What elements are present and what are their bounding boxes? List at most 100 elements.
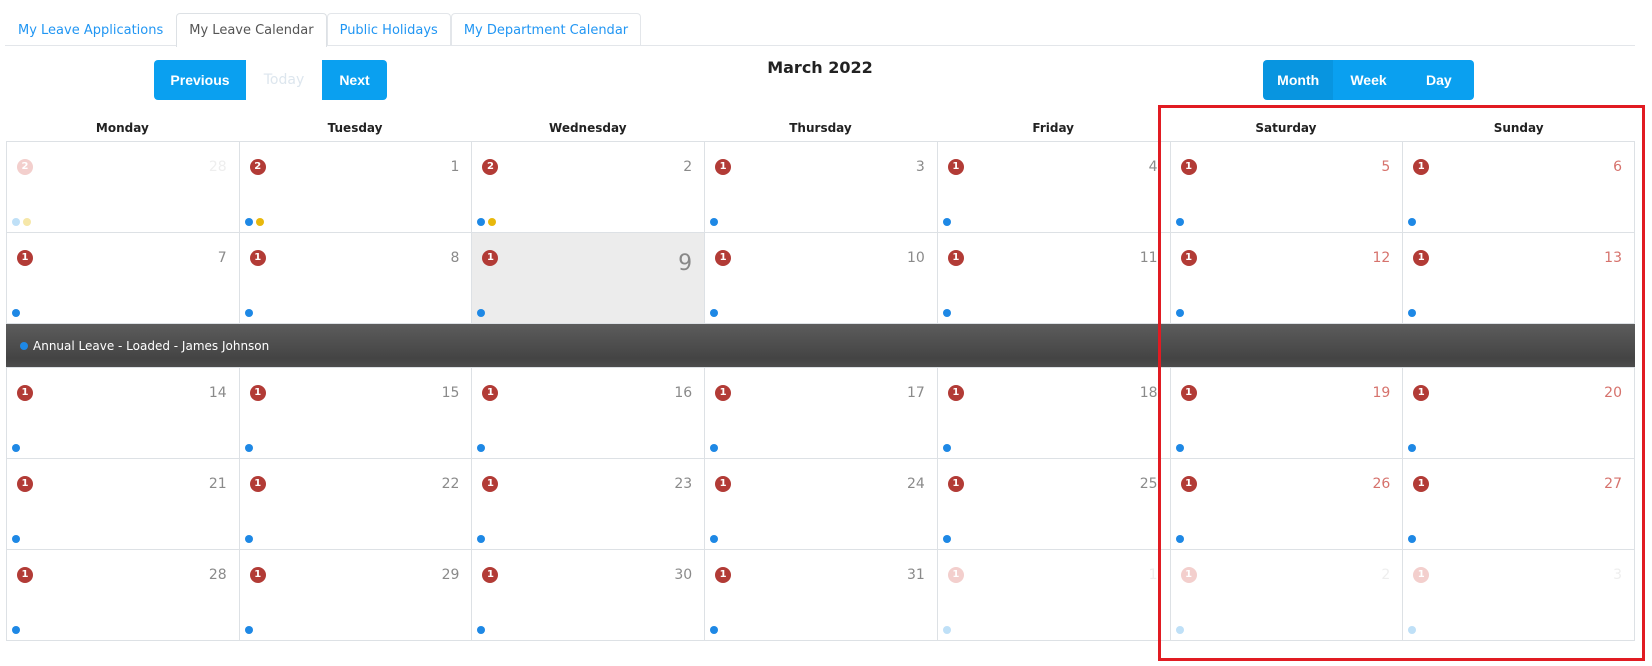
day-number[interactable]: 26 [1372,476,1390,492]
event-dot[interactable] [1175,309,1184,317]
day-view-button[interactable]: Day [1403,60,1474,100]
day-cell[interactable]: 1 16 [471,368,705,458]
event-count-badge[interactable]: 1 [947,250,964,266]
day-number[interactable]: 23 [674,476,692,492]
event-count-badge[interactable]: 1 [1413,159,1430,175]
day-cell[interactable]: 1 10 [704,233,937,323]
event-count-badge[interactable]: 2 [249,159,266,175]
event-count-badge[interactable]: 1 [715,250,732,266]
event-count-badge[interactable]: 1 [249,250,266,266]
event-dot[interactable] [942,535,951,543]
day-number[interactable]: 31 [907,567,925,583]
event-dot[interactable] [942,309,951,317]
event-dot[interactable] [710,444,719,452]
day-number[interactable]: 2 [1381,567,1390,583]
day-number[interactable]: 19 [1372,385,1390,401]
day-number[interactable]: 5 [1381,159,1390,175]
event-count-badge[interactable]: 1 [715,385,732,401]
event-dot[interactable] [710,218,719,226]
event-link[interactable]: Annual Leave - Loaded - James Johnson [33,339,269,353]
event-count-badge[interactable]: 1 [715,567,732,583]
event-count-badge[interactable]: 1 [482,476,499,492]
day-number[interactable]: 24 [907,476,925,492]
day-cell[interactable]: 1 14 [6,368,239,458]
day-number[interactable]: 25 [1140,476,1158,492]
event-count-badge[interactable]: 1 [1413,250,1430,266]
event-dot[interactable] [710,309,719,317]
day-number[interactable]: 6 [1613,159,1622,175]
event-dot[interactable] [12,444,20,452]
event-count-badge[interactable]: 1 [715,476,732,492]
event-count-badge[interactable]: 1 [17,567,33,583]
day-number[interactable]: 3 [916,159,925,175]
day-number[interactable]: 11 [1140,250,1158,266]
event-count-badge[interactable]: 2 [17,159,33,175]
day-cell[interactable]: 12 [1169,550,1403,640]
day-cell[interactable]: 1 27 [1402,459,1635,549]
event-dot[interactable] [477,309,486,317]
event-dot[interactable] [942,626,951,634]
day-cell[interactable]: 13 [704,142,937,232]
event-count-badge[interactable]: 2 [482,159,499,175]
event-count-badge[interactable]: 1 [249,476,266,492]
day-cell[interactable]: 1 11 [936,233,1170,323]
event-count-badge[interactable]: 1 [249,385,266,401]
day-cell[interactable]: 1 15 [238,368,472,458]
day-cell[interactable]: 1 17 [704,368,937,458]
event-count-badge[interactable]: 1 [1180,159,1197,175]
day-number[interactable]: 2 [683,159,692,175]
day-cell[interactable]: 1 23 [471,459,705,549]
day-cell[interactable]: 22 [471,142,705,232]
event-dot[interactable] [244,309,253,317]
event-count-badge[interactable]: 1 [947,385,964,401]
day-cell[interactable]: 11 [936,550,1170,640]
day-number[interactable]: 28 [209,159,227,175]
day-cell[interactable]: 1 21 [6,459,239,549]
day-cell[interactable]: 1 25 [936,459,1170,549]
day-cell[interactable]: 1 28 [6,550,239,640]
day-number[interactable]: 10 [907,250,925,266]
event-count-badge[interactable]: 1 [1413,385,1430,401]
day-cell[interactable]: 16 [1402,142,1635,232]
day-number[interactable]: 28 [209,567,227,583]
day-number[interactable]: 13 [1604,250,1622,266]
day-number[interactable]: 1 [1149,567,1158,583]
event-count-badge[interactable]: 1 [482,567,499,583]
day-cell[interactable]: 21 [238,142,472,232]
day-cell[interactable]: 1 26 [1169,459,1403,549]
day-number[interactable]: 9 [678,251,692,276]
day-number[interactable]: 17 [907,385,925,401]
event-dot[interactable] [244,626,253,634]
day-cell[interactable]: 1 31 [704,550,937,640]
event-count-badge[interactable]: 1 [482,250,499,266]
event-dot[interactable] [942,218,951,226]
day-cell[interactable]: 1 12 [1169,233,1403,323]
day-number[interactable]: 8 [451,250,460,266]
day-cell[interactable]: 1 20 [1402,368,1635,458]
event-dot[interactable] [942,444,951,452]
event-dot[interactable] [477,444,486,452]
tab-my-department-calendar[interactable]: My Department Calendar [450,13,642,46]
day-cell[interactable]: 1 24 [704,459,937,549]
day-number[interactable]: 18 [1140,385,1158,401]
event-dot[interactable] [255,218,264,226]
event-dot[interactable] [1175,444,1184,452]
tab-my-leave-applications[interactable]: My Leave Applications [5,13,176,46]
day-cell[interactable]: 1 29 [238,550,472,640]
day-cell[interactable]: 15 [1169,142,1403,232]
day-cell[interactable]: 13 [1402,550,1635,640]
event-dot[interactable] [710,626,719,634]
day-number[interactable]: 3 [1613,567,1622,583]
day-cell[interactable]: 1 18 [936,368,1170,458]
day-number[interactable]: 7 [218,250,227,266]
next-button[interactable]: Next [322,60,387,100]
event-dot[interactable] [12,626,20,634]
day-number[interactable]: 15 [442,385,460,401]
event-dot[interactable] [1408,626,1417,634]
day-number[interactable]: 21 [209,476,227,492]
event-dot[interactable] [477,535,486,543]
tab-my-leave-calendar[interactable]: My Leave Calendar [176,13,327,47]
week-view-button[interactable]: Week [1333,60,1404,100]
event-dot[interactable] [1175,626,1184,634]
day-number[interactable]: 14 [209,385,227,401]
